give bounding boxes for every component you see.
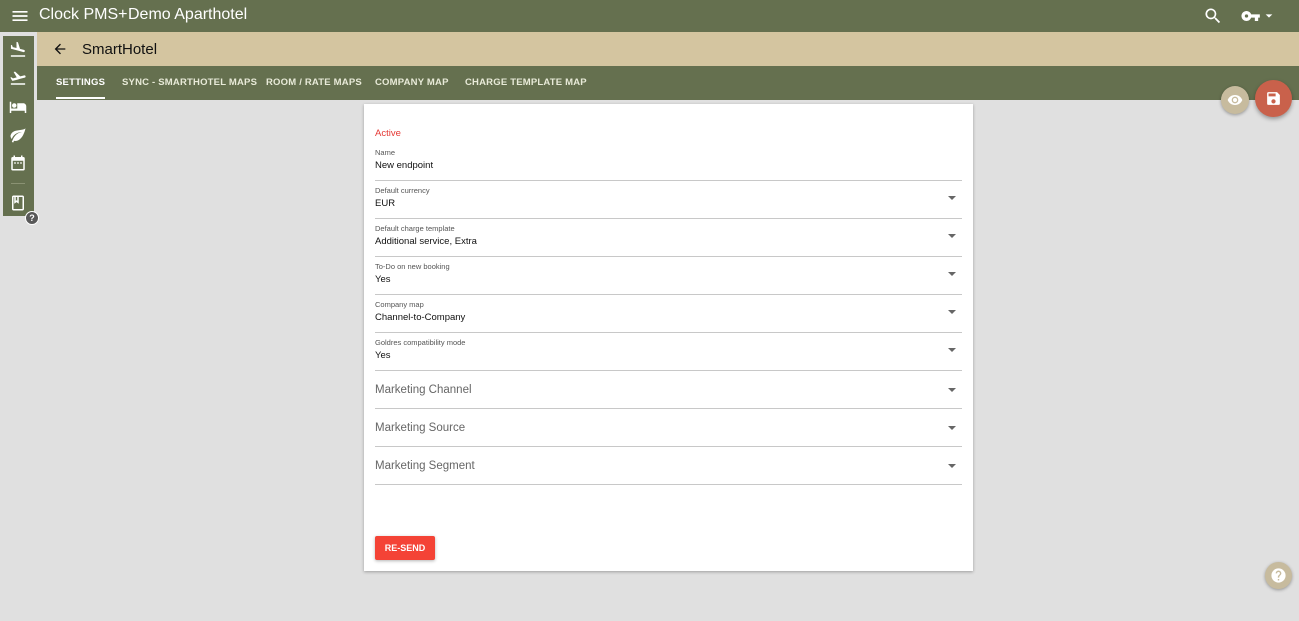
side-nav xyxy=(3,36,34,216)
bed-icon[interactable] xyxy=(9,98,27,116)
dropdown-arrow-icon xyxy=(948,196,956,200)
dropdown-arrow-icon xyxy=(948,426,956,430)
arrivals-icon[interactable] xyxy=(9,41,27,59)
dropdown-arrow-icon xyxy=(948,272,956,276)
marketing-channel-placeholder: Marketing Channel xyxy=(375,384,472,396)
default-charge-template-label: Default charge template xyxy=(375,224,455,233)
marketing-channel-select[interactable]: Marketing Channel xyxy=(375,371,962,409)
departures-icon[interactable] xyxy=(9,69,27,87)
dropdown-arrow-icon xyxy=(948,234,956,238)
marketing-segment-placeholder: Marketing Segment xyxy=(375,460,475,472)
tab-room-rate-maps[interactable]: ROOM / RATE MAPS xyxy=(266,66,362,100)
name-value[interactable]: New endpoint xyxy=(375,160,433,171)
key-menu-icon[interactable] xyxy=(1240,6,1278,26)
nav-help-icon[interactable]: ? xyxy=(25,211,39,225)
leaf-icon[interactable] xyxy=(9,126,27,144)
calendar-icon[interactable] xyxy=(9,154,27,172)
company-map-select[interactable]: Company map Channel-to-Company xyxy=(375,295,962,333)
tab-sync-smarthotel-maps[interactable]: SYNC - SMARTHOTEL MAPS xyxy=(122,66,257,100)
todo-on-new-booking-value: Yes xyxy=(375,274,391,285)
company-map-value: Channel-to-Company xyxy=(375,312,466,323)
eye-icon xyxy=(1227,95,1243,105)
default-charge-template-value: Additional service, Extra xyxy=(375,236,477,247)
todo-on-new-booking-select[interactable]: To-Do on new booking Yes xyxy=(375,257,962,295)
search-icon[interactable] xyxy=(1203,6,1223,26)
marketing-segment-select[interactable]: Marketing Segment xyxy=(375,447,962,485)
tab-bar: SETTINGS SYNC - SMARTHOTEL MAPS ROOM / R… xyxy=(37,66,1299,100)
marketing-source-select[interactable]: Marketing Source xyxy=(375,409,962,447)
save-button[interactable] xyxy=(1255,80,1292,117)
dropdown-arrow-icon xyxy=(948,348,956,352)
name-label: Name xyxy=(375,148,396,157)
tab-charge-template-map[interactable]: CHARGE TEMPLATE MAP xyxy=(465,66,587,100)
default-currency-label: Default currency xyxy=(375,186,430,195)
help-button[interactable] xyxy=(1265,562,1292,589)
tab-company-map[interactable]: COMPANY MAP xyxy=(375,66,449,100)
settings-form-card: Active Name New endpoint Default currenc… xyxy=(364,104,973,571)
name-field[interactable]: Name New endpoint xyxy=(375,143,962,181)
book-icon[interactable] xyxy=(9,194,27,212)
app-brand: Clock PMS+ xyxy=(39,6,128,23)
resend-button[interactable]: RE-SEND xyxy=(375,536,435,560)
nav-divider xyxy=(11,183,25,184)
todo-on-new-booking-label: To-Do on new booking xyxy=(375,262,450,271)
dropdown-arrow-icon xyxy=(948,310,956,314)
view-button[interactable] xyxy=(1221,86,1249,114)
company-map-label: Company map xyxy=(375,300,424,309)
marketing-source-placeholder: Marketing Source xyxy=(375,422,466,434)
goldres-compatibility-label: Goldres compatibility mode xyxy=(375,338,466,347)
back-arrow-icon[interactable] xyxy=(52,41,68,57)
dropdown-arrow-icon xyxy=(948,464,956,468)
goldres-compatibility-value: Yes xyxy=(375,350,391,361)
default-currency-select[interactable]: Default currency EUR xyxy=(375,181,962,219)
default-charge-template-select[interactable]: Default charge template Additional servi… xyxy=(375,219,962,257)
page-header: SmartHotel xyxy=(37,32,1299,66)
tab-settings[interactable]: SETTINGS xyxy=(56,66,106,100)
default-currency-value: EUR xyxy=(375,198,396,209)
page-title: SmartHotel xyxy=(82,41,158,58)
active-status[interactable]: Active xyxy=(375,128,401,139)
save-icon xyxy=(1267,92,1280,105)
menu-icon[interactable] xyxy=(10,6,30,26)
help-icon xyxy=(1271,568,1286,583)
goldres-compatibility-select[interactable]: Goldres compatibility mode Yes xyxy=(375,333,962,371)
hotel-name[interactable]: Demo Aparthotel xyxy=(128,6,247,24)
dropdown-arrow-icon xyxy=(948,388,956,392)
top-app-bar: Clock PMS+ Demo Aparthotel xyxy=(0,0,1299,32)
